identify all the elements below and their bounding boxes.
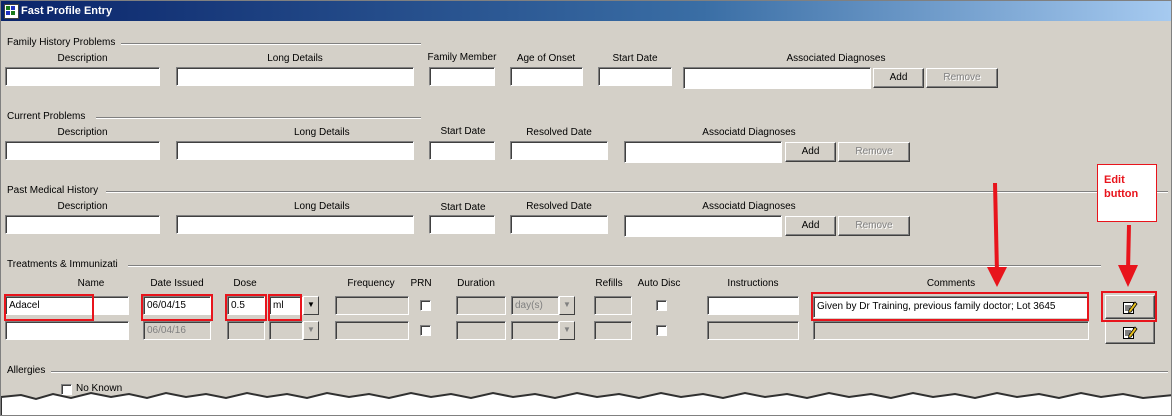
- pm-resolved-date-input[interactable]: [510, 215, 608, 234]
- fh-long-details-label: Long Details: [267, 53, 323, 64]
- edit-icon: [1123, 326, 1138, 339]
- fh-family-member-label: Family Member: [427, 52, 497, 63]
- section-divider: [96, 117, 421, 119]
- tr-dose-label: Dose: [233, 278, 257, 289]
- fh-associated-diagnoses-label: Associated Diagnoses: [786, 53, 886, 64]
- fh-family-member-input[interactable]: [429, 67, 495, 86]
- section-divider: [51, 371, 1168, 373]
- tr-frequency-label: Frequency: [347, 278, 395, 289]
- cp-associated-diagnoses-label: Associatd Diagnoses: [702, 127, 796, 138]
- fh-age-of-onset-label: Age of Onset: [516, 53, 576, 64]
- highlight-comments: [811, 292, 1089, 321]
- past-medical-heading: Past Medical History: [7, 185, 99, 196]
- pm-add-button[interactable]: Add: [785, 216, 836, 236]
- cp-associated-diagnoses-input[interactable]: [624, 141, 782, 163]
- current-problems-heading: Current Problems: [7, 111, 86, 122]
- fh-start-date-label: Start Date: [612, 53, 658, 64]
- pm-start-date-label: Start Date: [440, 202, 486, 213]
- fast-profile-entry-window: Fast Profile Entry Family History Proble…: [0, 0, 1172, 416]
- tr-row2-duration-unit-select[interactable]: [511, 321, 559, 340]
- title-bar: Fast Profile Entry: [1, 1, 1171, 21]
- tr-row1-frequency-input[interactable]: [335, 296, 409, 315]
- tr-row2-duration-input[interactable]: [456, 321, 506, 340]
- app-icon: [4, 4, 19, 19]
- arrow-to-comments-icon: [987, 182, 1007, 287]
- fh-add-button[interactable]: Add: [873, 68, 924, 88]
- section-divider: [128, 265, 1101, 267]
- cp-start-date-input[interactable]: [429, 141, 495, 160]
- chevron-down-icon[interactable]: ▼: [559, 321, 575, 340]
- tr-duration-label: Duration: [457, 278, 495, 289]
- tr-row1-duration-unit-select[interactable]: day(s): [511, 296, 559, 315]
- tr-refills-label: Refills: [595, 278, 623, 289]
- torn-edge-graphic: [1, 391, 1171, 415]
- edit-button-callout: Edit button: [1097, 164, 1157, 222]
- highlight-name: [4, 294, 94, 321]
- cp-long-details-input[interactable]: [176, 141, 414, 160]
- fh-start-date-input[interactable]: [598, 67, 672, 86]
- cp-resolved-date-label: Resolved Date: [526, 127, 592, 138]
- fh-associated-diagnoses-input[interactable]: [683, 67, 871, 89]
- chevron-down-icon[interactable]: ▼: [303, 321, 319, 340]
- cp-start-date-label: Start Date: [440, 126, 486, 137]
- tr-row1-refills-input[interactable]: [594, 296, 632, 315]
- fh-description-label: Description: [57, 53, 108, 64]
- tr-prn-label: PRN: [410, 278, 432, 289]
- highlight-unit: [268, 294, 302, 321]
- tr-row2-unit-select[interactable]: [269, 321, 303, 340]
- pm-description-label: Description: [57, 201, 108, 212]
- arrow-to-edit-button-icon: [1118, 224, 1138, 287]
- tr-row1-prn-checkbox[interactable]: [420, 300, 431, 311]
- pm-resolved-date-label: Resolved Date: [526, 201, 592, 212]
- window-title: Fast Profile Entry: [21, 5, 113, 17]
- fh-age-of-onset-input[interactable]: [510, 67, 583, 86]
- tr-row2-instructions-input[interactable]: [707, 321, 799, 340]
- treatments-heading: Treatments & Immunizati: [7, 259, 118, 270]
- cp-add-button[interactable]: Add: [785, 142, 836, 162]
- chevron-down-icon[interactable]: ▼: [303, 296, 319, 315]
- tr-row2-frequency-input[interactable]: [335, 321, 409, 340]
- tr-row1-duration-input[interactable]: [456, 296, 506, 315]
- pm-associated-diagnoses-label: Associatd Diagnoses: [702, 201, 796, 212]
- pm-associated-diagnoses-input[interactable]: [624, 215, 782, 237]
- tr-row2-name-input[interactable]: [5, 321, 129, 340]
- tr-row1-auto-disc-checkbox[interactable]: [656, 300, 667, 311]
- fh-long-details-input[interactable]: [176, 67, 414, 86]
- family-history-heading: Family History Problems: [7, 37, 116, 48]
- allergies-heading: Allergies: [7, 365, 46, 376]
- tr-row2-prn-checkbox[interactable]: [420, 325, 431, 336]
- section-divider: [121, 43, 421, 45]
- tr-row2-edit-button[interactable]: [1105, 320, 1155, 344]
- pm-start-date-input[interactable]: [429, 215, 495, 234]
- chevron-down-icon[interactable]: ▼: [559, 296, 575, 315]
- cp-remove-button[interactable]: Remove: [838, 142, 910, 162]
- tr-auto-disc-label: Auto Disc: [637, 278, 681, 289]
- tr-row2-date-issued-input[interactable]: 06/04/16: [143, 321, 211, 340]
- pm-long-details-input[interactable]: [176, 215, 414, 234]
- cp-description-label: Description: [57, 127, 108, 138]
- tr-date-issued-label: Date Issued: [150, 278, 204, 289]
- pm-description-input[interactable]: [5, 215, 160, 234]
- tr-row1-instructions-input[interactable]: [707, 296, 799, 315]
- tr-comments-label: Comments: [926, 278, 976, 289]
- tr-row2-auto-disc-checkbox[interactable]: [656, 325, 667, 336]
- highlight-edit-button: [1101, 291, 1157, 322]
- cp-resolved-date-input[interactable]: [510, 141, 608, 160]
- tr-row2-comments-input[interactable]: [813, 321, 1089, 340]
- highlight-dose: [225, 294, 267, 321]
- fh-remove-button[interactable]: Remove: [926, 68, 998, 88]
- tr-row2-refills-input[interactable]: [594, 321, 632, 340]
- tr-row2-dose-input[interactable]: [227, 321, 265, 340]
- cp-description-input[interactable]: [5, 141, 160, 160]
- highlight-date-issued: [141, 294, 213, 321]
- fh-description-input[interactable]: [5, 67, 160, 86]
- tr-instructions-label: Instructions: [727, 278, 779, 289]
- pm-remove-button[interactable]: Remove: [838, 216, 910, 236]
- tr-name-label: Name: [77, 278, 105, 289]
